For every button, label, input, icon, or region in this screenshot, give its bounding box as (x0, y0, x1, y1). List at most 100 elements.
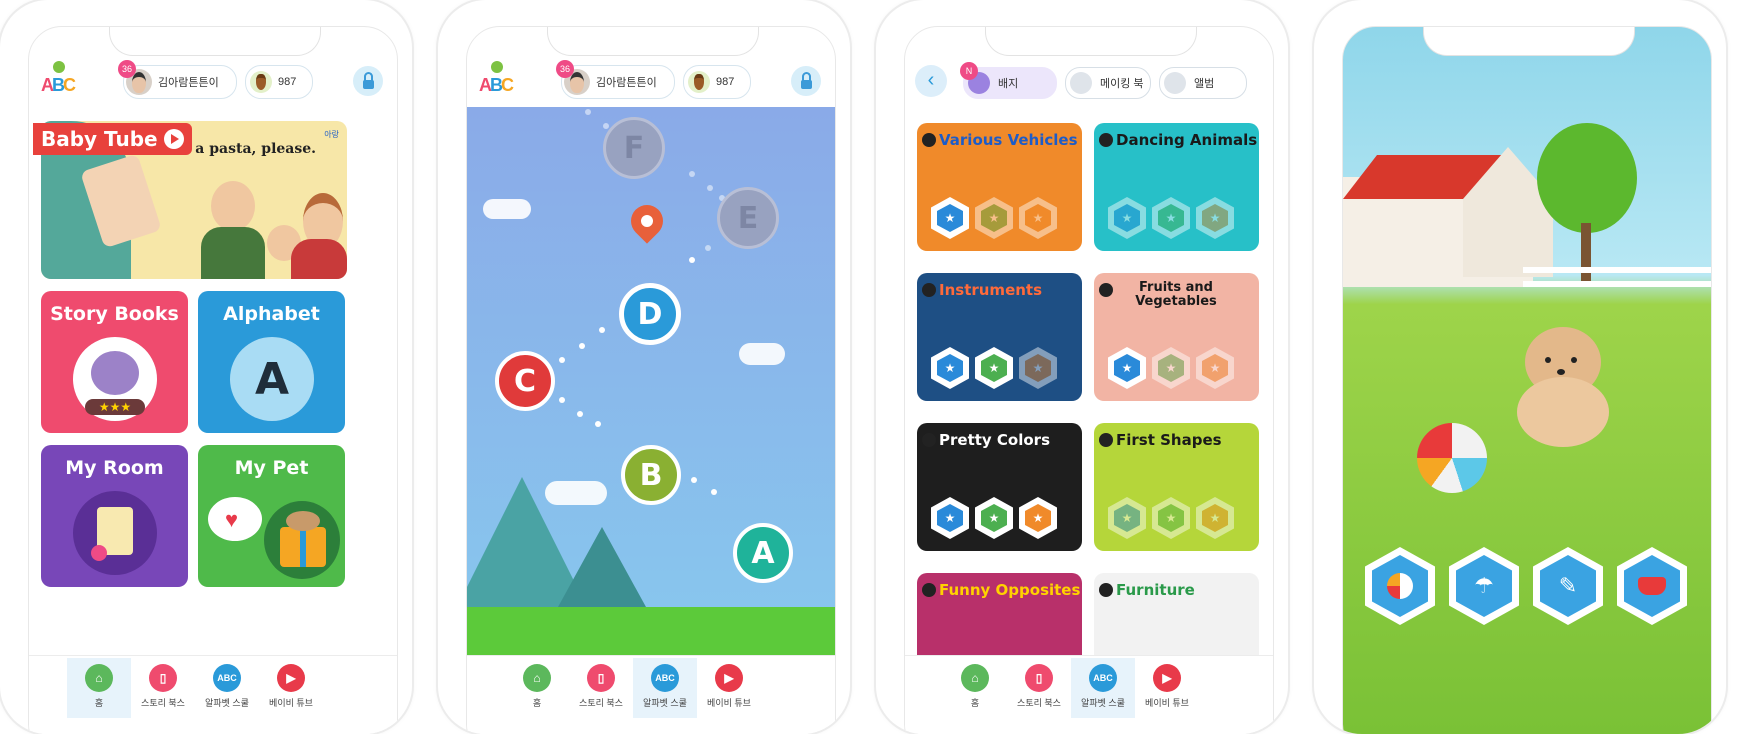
nav-story-books[interactable]: ▯ 스토리 북스 (569, 658, 633, 718)
nav-baby-tube[interactable]: ▶ 베이비 튜브 (1135, 658, 1199, 718)
fence (1523, 281, 1711, 287)
tab-badge[interactable]: N 배지 (960, 62, 1057, 99)
book-title: First Shapes (1116, 431, 1222, 449)
brush-button[interactable]: ✎ (1533, 547, 1603, 625)
fence (1523, 267, 1711, 273)
back-button[interactable]: ‹ (915, 65, 947, 97)
book-series-icon (922, 583, 936, 597)
book-card[interactable]: Funny Opposites (917, 573, 1082, 655)
banner-father-body (201, 227, 265, 279)
pomeranian-dog[interactable] (1507, 327, 1617, 447)
book-icon: ▯ (149, 664, 177, 692)
top-bar: ABC 36 김아람튼튼이 987 (467, 57, 835, 109)
level-node-e[interactable]: E (717, 187, 779, 249)
book-card[interactable]: Various Vehicles ★ ★ ★ (917, 123, 1082, 251)
star-icon: ★ (981, 354, 1007, 382)
play-icon (163, 129, 184, 149)
feed-button[interactable] (1617, 547, 1687, 625)
book-title: Fruits and Vegetables (1135, 280, 1217, 309)
badge-hexagon: ★ (1152, 347, 1190, 389)
nav-alphabet-school[interactable]: ABC 알파벳 스쿨 (633, 658, 697, 718)
book-card[interactable]: Pretty Colors ★ ★ ★ (917, 423, 1082, 551)
star-icon: ★ (937, 354, 963, 382)
food-bowl-icon (1638, 577, 1666, 595)
shower-button[interactable]: ☂ (1449, 547, 1519, 625)
phone-alphabet-map: ABC 36 김아람튼튼이 987 F E D C B A ⌂ 홈 ▯ 스토리 … (438, 0, 850, 734)
bottom-nav: ⌂ 홈 ▯ 스토리 북스 ABC 알파벳 스쿨 ▶ 베이비 튜브 (467, 655, 835, 734)
alphabet-card[interactable]: Alphabet A (198, 291, 345, 433)
nav-label: 스토리 북스 (579, 698, 623, 708)
star-icon: ★ (1202, 354, 1228, 382)
level-badge: 36 (118, 60, 136, 78)
tab-making-book[interactable]: 메이킹 북 (1065, 67, 1151, 99)
notch (1423, 27, 1635, 56)
story-books-card[interactable]: Story Books ★★★ (41, 291, 188, 433)
badge-hexagon: ★ (931, 197, 969, 239)
phone-pet: ☂ ✎ (1314, 0, 1726, 734)
book-card[interactable]: Instruments ★ ★ ★ (917, 273, 1082, 401)
cloud (545, 481, 607, 505)
star-rating: ★★★ (85, 399, 145, 415)
card-title: My Room (65, 457, 164, 479)
badge-hexagon: ★ (1019, 347, 1057, 389)
coin-pill[interactable]: 987 (245, 65, 313, 99)
broom-icon: ✎ (1558, 573, 1578, 598)
my-room-card[interactable]: My Room (41, 445, 188, 587)
nav-label: 알파벳 스쿨 (643, 698, 687, 708)
badge-hexagon: ★ (1152, 497, 1190, 539)
coin-pill[interactable]: 987 (683, 65, 751, 99)
lock-icon[interactable] (353, 66, 383, 96)
profile-name: 김아람튼튼이 (596, 77, 657, 89)
badge-hexagon: ★ (1019, 497, 1057, 539)
star-icon: ★ (937, 504, 963, 532)
nav-baby-tube[interactable]: ▶ 베이비 튜브 (259, 658, 323, 718)
nav-alphabet-school[interactable]: ABC 알파벳 스쿨 (1071, 658, 1135, 718)
nav-alphabet-school[interactable]: ABC 알파벳 스쿨 (195, 658, 259, 718)
badges-screen: ‹ N 배지 메이킹 북 앨범 Various Vehicles ★ ★ ★ Danci… (904, 26, 1274, 734)
level-node-f[interactable]: F (603, 117, 665, 179)
abc-logo[interactable]: ABC (479, 61, 515, 101)
baby-tube-label[interactable]: Baby Tube (33, 123, 192, 155)
nav-home[interactable]: ⌂ 홈 (505, 658, 569, 718)
star-icon: ★ (1158, 504, 1184, 532)
abc-block-icon: ABC (1089, 664, 1117, 692)
top-bar: ABC 36 김아람튼튼이 987 (29, 57, 397, 109)
top-bar: ‹ N 배지 메이킹 북 앨범 (905, 57, 1273, 109)
bottom-nav: ⌂ 홈 ▯ 스토리 북스 ABC 알파벳 스쿨 ▶ 베이비 튜브 (29, 655, 397, 734)
banner-corner-text: 아랑 (324, 130, 339, 139)
nav-story-books[interactable]: ▯ 스토리 북스 (131, 658, 195, 718)
star-icon: ★ (1114, 354, 1140, 382)
acorn-icon (250, 71, 272, 93)
level-node-b[interactable]: B (621, 445, 681, 505)
ball-toy[interactable] (1417, 423, 1487, 493)
nav-baby-tube[interactable]: ▶ 베이비 튜브 (697, 658, 761, 718)
lock-icon[interactable] (791, 66, 821, 96)
abc-logo[interactable]: ABC (41, 61, 77, 101)
play-ball-button[interactable] (1365, 547, 1435, 625)
profile-pill[interactable]: 36 김아람튼튼이 (556, 60, 675, 99)
level-node-c[interactable]: C (495, 351, 555, 411)
nav-story-books[interactable]: ▯ 스토리 북스 (1007, 658, 1071, 718)
badge-hexagon: ★ (975, 497, 1013, 539)
book-series-icon (1099, 283, 1113, 297)
book-card[interactable]: Furniture (1094, 573, 1259, 655)
my-pet-card[interactable]: My Pet ♥ (198, 445, 345, 587)
book-card[interactable]: First Shapes ★ ★ ★ (1094, 423, 1259, 551)
tab-album[interactable]: 앨범 (1159, 67, 1247, 99)
level-node-d[interactable]: D (619, 283, 681, 345)
shower-icon: ☂ (1474, 573, 1494, 598)
profile-pill[interactable]: 36 김아람튼튼이 (118, 60, 237, 99)
badge-hexagon: ★ (1019, 197, 1057, 239)
badge-hexagon: ★ (975, 347, 1013, 389)
nav-home[interactable]: ⌂ 홈 (943, 658, 1007, 718)
book-card[interactable]: Dancing Animals ★ ★ ★ (1094, 123, 1259, 251)
tab-label: 배지 (998, 78, 1019, 90)
home-icon: ⌂ (961, 664, 989, 692)
level-node-a[interactable]: A (733, 523, 793, 583)
home-icon: ⌂ (523, 664, 551, 692)
star-icon: ★ (1114, 504, 1140, 532)
nav-home[interactable]: ⌂ 홈 (67, 658, 131, 718)
book-card[interactable]: Fruits and Vegetables ★ ★ ★ (1094, 273, 1259, 401)
nav-label: 스토리 북스 (1017, 698, 1061, 708)
badge-hexagon: ★ (1196, 347, 1234, 389)
